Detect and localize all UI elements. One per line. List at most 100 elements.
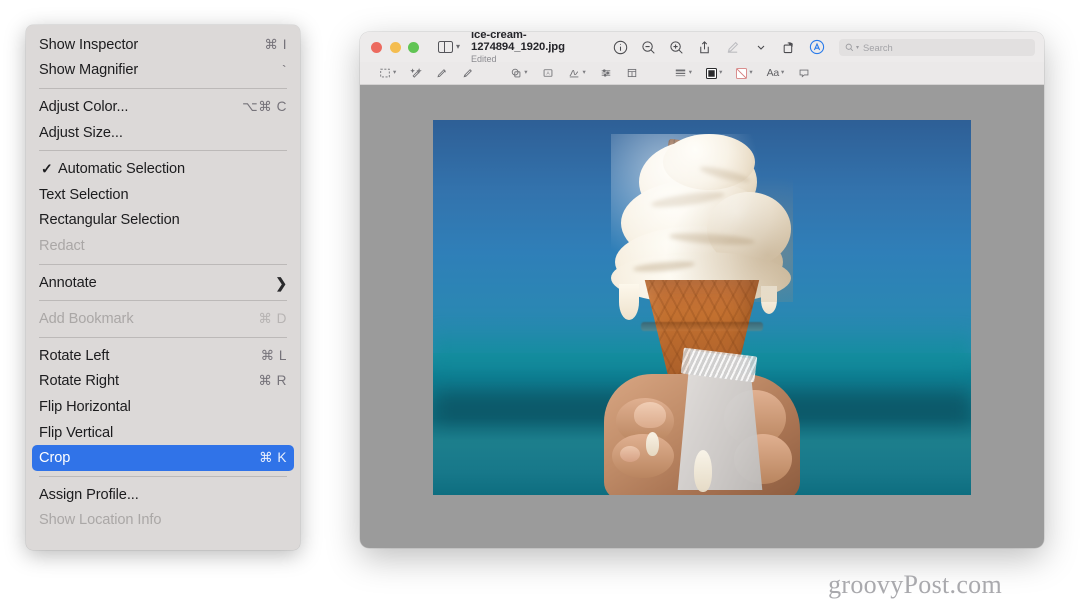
menu-item-flip-vertical[interactable]: Flip Vertical [26,420,300,446]
photo-ice-cream[interactable] [433,120,971,495]
melt-drip [646,432,659,456]
chevron-down-icon: ▾ [781,68,785,76]
menu-item-flip-horizontal[interactable]: Flip Horizontal [26,394,300,420]
image-canvas[interactable] [360,85,1044,548]
menu-separator [39,475,287,477]
menu-item-label: Adjust Color... [39,98,129,115]
zoom-in-icon[interactable] [668,39,685,56]
menu-item-label: Automatic Selection [58,161,186,178]
sign-icon[interactable]: ▾ [561,67,593,79]
menu-item-assign-profile[interactable]: Assign Profile... [26,482,300,508]
melt-drip [694,450,712,492]
menu-item-show-location-info: Show Location Info [26,508,300,534]
close-button[interactable] [371,41,382,53]
search-chevron-icon: ▾ [856,44,860,51]
info-icon[interactable] [612,39,629,56]
menu-item-adjust-color[interactable]: Adjust Color... ⌥⌘ C [26,94,300,120]
menu-item-shortcut: ⌥⌘ C [242,98,287,114]
menu-separator [39,88,287,90]
menu-separator [39,300,287,302]
preview-window: ▾ ice-cream-1274894_1920.jpg Edited ▾ Se… [360,32,1044,548]
text-box-icon[interactable]: A [535,67,561,79]
menu-item-label: Crop [39,450,71,467]
chevron-down-icon: ▾ [524,68,528,76]
sidebar-toggle-button[interactable]: ▾ [438,41,460,53]
shape-style-icon[interactable]: ▾ [667,67,699,79]
border-color-icon[interactable]: ▾ [729,67,759,79]
ice-cream-swirl [611,134,793,320]
document-title: ice-cream-1274894_1920.jpg [471,32,565,53]
menu-separator [39,150,287,152]
instant-alpha-icon[interactable] [403,67,429,79]
menu-item-label: Text Selection [39,186,129,203]
annotate-a-icon[interactable] [808,39,825,56]
menu-item-label: Flip Vertical [39,424,114,441]
menu-item-label: Show Inspector [39,36,139,53]
search-placeholder: Search [863,41,893,53]
screenshot-root: Show Inspector ⌘ I Show Magnifier ` Adjust C… [0,0,1080,612]
menu-item-label: Annotate [39,274,97,291]
rotate-icon[interactable] [780,39,797,56]
menu-item-shortcut: ⌘ K [259,450,287,466]
share-icon[interactable] [696,39,713,56]
menu-item-shortcut: ⌘ L [260,347,287,363]
markup-group-style: ▾ ▾ ▾ Aa ▾ [667,67,818,79]
watermark: groovyPost.com [828,570,1002,599]
menu-item-shortcut: ⌘ I [264,36,287,52]
menu-separator [39,336,287,338]
menu-item-automatic-selection[interactable]: ✓ Automatic Selection [26,156,300,182]
menu-item-annotate[interactable]: Annotate ❯ [26,270,300,296]
adjust-icon[interactable] [593,67,619,79]
markup-pen-icon[interactable] [724,39,741,56]
menu-item-label: Rectangular Selection [39,212,180,229]
menu-separator [39,263,287,265]
search-icon [845,43,854,52]
maximize-button[interactable] [408,41,419,53]
menu-item-show-magnifier[interactable]: Show Magnifier ` [26,58,300,84]
svg-text:A: A [546,71,550,76]
chevron-right-icon: ❯ [275,274,287,291]
menu-item-label: Assign Profile... [39,486,139,503]
chevron-down-icon: ▾ [749,68,753,76]
minimize-button[interactable] [389,41,401,53]
menu-item-label: Rotate Right [39,373,119,390]
chevron-down-icon: ▾ [393,68,397,76]
menu-item-label: Redact [39,237,85,254]
menu-item-label: Show Magnifier [39,62,139,79]
menu-item-rotate-right[interactable]: Rotate Right ⌘ R [26,369,300,395]
menu-item-adjust-size[interactable]: Adjust Size... [26,120,300,146]
markup-group-selection: ▾ [372,67,481,79]
menu-item-redact: Redact [26,233,300,259]
menu-item-label: Adjust Size... [39,124,123,141]
menu-item-shortcut: ` [281,62,287,78]
menu-item-rotate-left[interactable]: Rotate Left ⌘ L [26,343,300,369]
text-style-icon[interactable]: Aa ▾ [760,67,792,79]
note-icon[interactable] [791,67,817,79]
chevron-down-icon[interactable] [752,39,769,56]
toolbar-right-group: ▾ Search [612,38,1035,56]
document-status: Edited [471,53,497,64]
search-input[interactable]: ▾ Search [839,38,1035,56]
menu-item-add-bookmark: Add Bookmark ⌘ D [26,306,300,332]
crop-icon[interactable] [619,67,645,79]
draw-icon[interactable] [455,67,481,79]
menu-item-show-inspector[interactable]: Show Inspector ⌘ I [26,32,300,58]
sketch-icon[interactable] [429,67,455,79]
traffic-light-group [371,41,419,53]
window-titlebar: ▾ ice-cream-1274894_1920.jpg Edited ▾ Se… [360,32,1044,64]
selection-tool-icon[interactable]: ▾ [372,67,403,79]
shapes-icon[interactable]: ▾ [503,67,534,79]
waffle-cone-rim [641,322,763,331]
fill-color-icon[interactable]: ▾ [699,67,729,79]
menu-item-crop[interactable]: Crop ⌘ K [32,445,294,471]
zoom-out-icon[interactable] [640,39,657,56]
menu-item-text-selection[interactable]: Text Selection [26,182,300,208]
chevron-down-icon: ▾ [456,42,461,51]
menu-item-rectangular-selection[interactable]: Rectangular Selection [26,208,300,234]
menu-item-shortcut: ⌘ R [258,373,287,389]
fill-color-swatch [706,67,718,79]
chevron-down-icon: ▾ [719,68,723,76]
menu-item-label: Add Bookmark [39,311,134,328]
context-menu: Show Inspector ⌘ I Show Magnifier ` Adjust C… [26,25,300,550]
document-title-block: ice-cream-1274894_1920.jpg Edited [471,32,612,64]
